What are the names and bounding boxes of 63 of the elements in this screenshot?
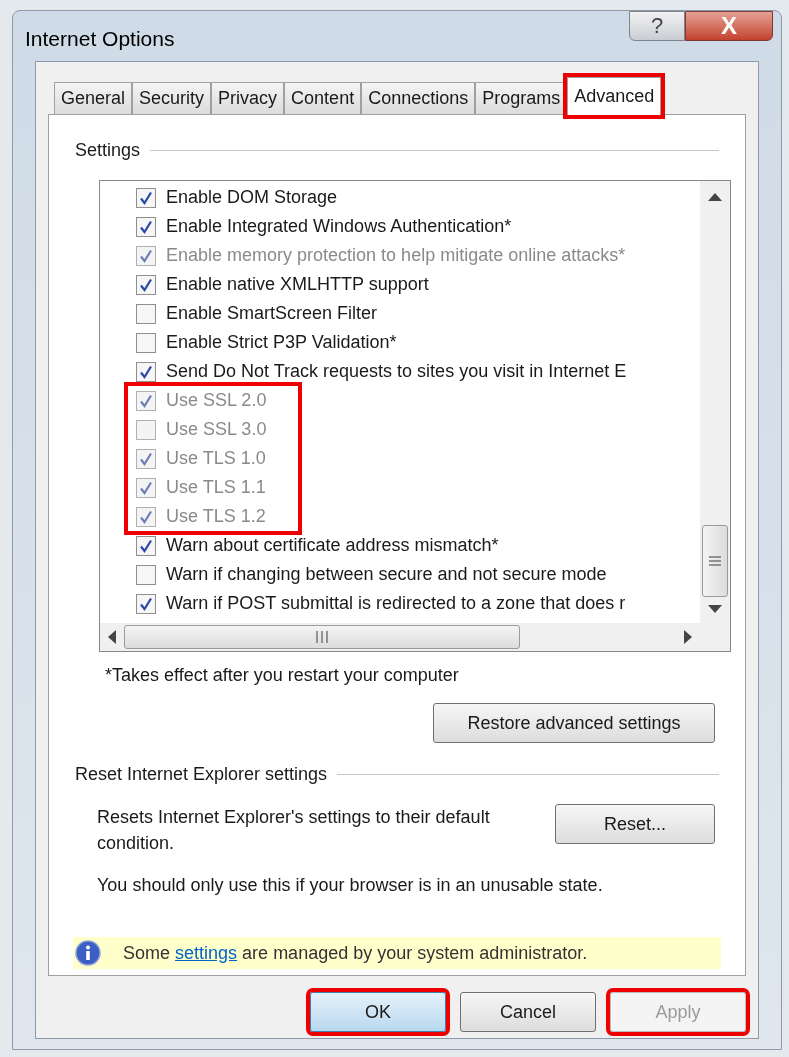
setting-label: Enable SmartScreen Filter — [166, 302, 378, 325]
setting-label: Warn about certificate address mismatch* — [166, 534, 499, 557]
setting-label: Use TLS 1.1 — [166, 476, 266, 499]
checkbox[interactable] — [136, 535, 156, 556]
setting-label: Use TLS 1.2 — [166, 505, 266, 528]
tab[interactable]: Connections — [361, 82, 476, 114]
checkbox[interactable] — [136, 564, 156, 585]
setting-label: Enable DOM Storage — [166, 186, 338, 209]
settings-link[interactable]: settings — [175, 942, 238, 963]
checkbox[interactable] — [136, 216, 156, 237]
setting-label: Use SSL 3.0 — [166, 418, 267, 441]
scroll-thumb[interactable] — [702, 525, 728, 597]
setting-label: Warn if changing between secure and not secure mode — [166, 563, 607, 586]
horizontal-scrollbar[interactable] — [100, 623, 730, 651]
setting-label: Enable Strict P3P Validation* — [166, 331, 397, 354]
grip-icon — [709, 556, 721, 566]
section-title: Settings — [75, 139, 141, 162]
grip-icon — [316, 631, 328, 643]
right-arrow-icon[interactable] — [684, 630, 692, 644]
down-arrow-icon[interactable] — [708, 605, 722, 613]
tab[interactable]: General — [54, 82, 133, 114]
setting-label: Use TLS 1.0 — [166, 447, 266, 470]
checkbox[interactable] — [136, 593, 156, 614]
checkbox[interactable] — [136, 274, 156, 295]
checkmark-icon — [139, 393, 153, 408]
tab[interactable]: Privacy — [211, 82, 285, 114]
setting-label: Use SSL 2.0 — [166, 389, 267, 412]
footnote: *Takes effect after you restart your computer — [105, 664, 460, 687]
setting-label: Enable native XMLHTTP support — [166, 273, 429, 296]
reset-warning: You should only use this if your browser is in an unusable state. — [97, 874, 604, 897]
setting-label: Warn if POST submittal is redirected to a zone that does r — [166, 592, 626, 615]
setting-label: Enable memory protection to help mitigate online attacks* — [166, 244, 626, 267]
restore-button[interactable]: Restore advanced settings — [433, 703, 715, 743]
section-title: Reset Internet Explorer settings — [75, 763, 328, 786]
checkmark-icon — [139, 596, 153, 611]
checkmark-icon — [139, 480, 153, 495]
checkmark-icon — [139, 509, 153, 524]
dialog-button[interactable]: Cancel — [460, 992, 596, 1032]
checkmark-icon — [139, 364, 153, 379]
info-icon — [75, 940, 101, 966]
reset-button[interactable]: Reset... — [555, 804, 715, 844]
tab[interactable]: Content — [284, 82, 362, 114]
checkmark-icon — [139, 190, 153, 205]
window-title: Internet Options — [25, 26, 175, 52]
info-message: Some settings are managed by your system administrator. — [123, 941, 588, 965]
left-arrow-icon[interactable] — [108, 630, 116, 644]
tab[interactable]: Security — [132, 82, 212, 114]
checkmark-icon — [139, 538, 153, 553]
scroll-thumb[interactable] — [124, 625, 520, 649]
setting-label: Send Do Not Track requests to sites you visit in Internet E — [166, 360, 627, 383]
setting-label: Enable Integrated Windows Authentication* — [166, 215, 512, 238]
checkmark-icon — [139, 219, 153, 234]
checkmark-icon — [139, 277, 153, 292]
up-arrow-icon[interactable] — [708, 193, 722, 201]
checkbox[interactable] — [136, 303, 156, 324]
vertical-scrollbar[interactable] — [700, 181, 730, 623]
checkbox[interactable] — [136, 361, 156, 382]
checkmark-icon — [139, 451, 153, 466]
checkmark-icon — [139, 248, 153, 263]
checkbox[interactable] — [136, 187, 156, 208]
help-button[interactable]: ? — [629, 11, 685, 41]
reset-description: Resets Internet Explorer's settings to their default condition. — [97, 806, 491, 855]
checkbox[interactable] — [136, 332, 156, 353]
